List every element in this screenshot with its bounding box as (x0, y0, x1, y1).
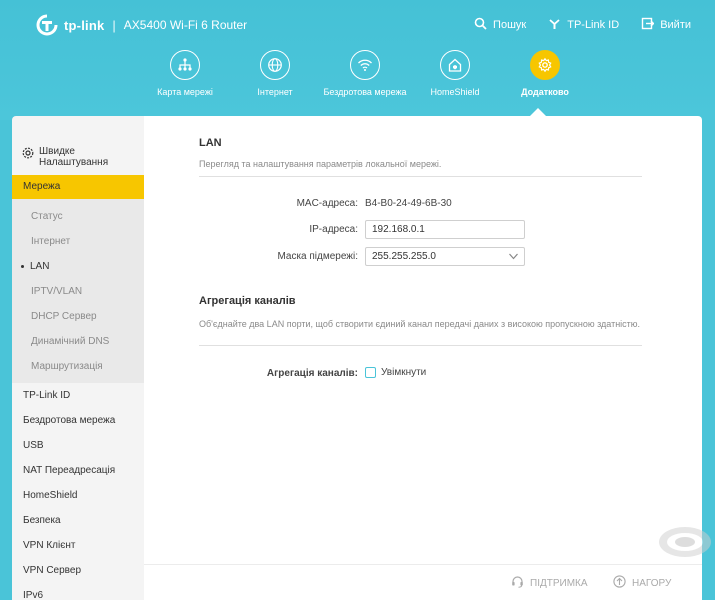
main-nav: Карта мережі Інтернет Бездротова мережа … (140, 50, 590, 98)
model-name: AX5400 Wi-Fi 6 Router (123, 18, 248, 32)
nav-label: Бездротова мережа (323, 87, 407, 97)
ip-label: IP-адреса: (309, 224, 358, 235)
nav-homeshield[interactable]: HomeShield (410, 50, 500, 98)
quick-setup-icon (22, 146, 34, 175)
search-button[interactable]: Пошук (474, 17, 526, 33)
sidebar-sub-lan[interactable]: LAN (12, 254, 144, 279)
tplink-logo-icon (36, 14, 58, 36)
logout-button[interactable]: Вийти (641, 17, 691, 33)
sidebar-sub-internet[interactable]: Інтернет (12, 229, 144, 254)
sidebar-item-vpn-server[interactable]: VPN Сервер (12, 558, 144, 583)
gear-icon (530, 50, 560, 80)
nav-pointer (530, 108, 546, 116)
tplink-id-button[interactable]: TP-Link ID (548, 17, 619, 33)
aggregation-title: Агрегація каналів (199, 295, 296, 307)
nav-label: HomeShield (430, 87, 480, 97)
globe-icon (260, 50, 290, 80)
top-actions: Пошук TP-Link ID Вийти (474, 17, 691, 33)
sidebar: Швидке Налаштування Мережа Статус Інтерн… (12, 116, 144, 600)
aggregation-enable-checkbox[interactable]: Увімкнути (365, 367, 426, 378)
header: tp-link | AX5400 Wi-Fi 6 Router Пошук TP… (0, 0, 715, 120)
sidebar-item-ipv6[interactable]: IPv6 (12, 583, 144, 600)
logout-icon (641, 17, 655, 33)
lan-description: Перегляд та налаштування параметрів лока… (199, 159, 442, 169)
sidebar-item-usb[interactable]: USB (12, 433, 144, 458)
chevron-down-icon (509, 253, 518, 260)
nav-wireless[interactable]: Бездротова мережа (320, 50, 410, 98)
sidebar-sub-dhcp[interactable]: DHCP Сервер (12, 304, 144, 329)
nav-label: Додатково (521, 87, 569, 97)
quick-setup-link[interactable]: Швидке Налаштування (12, 116, 144, 175)
nav-internet[interactable]: Інтернет (230, 50, 320, 98)
nav-label: Карта мережі (157, 87, 213, 97)
watermark-logo (655, 520, 713, 560)
quick-setup-label: Швидке Налаштування (39, 146, 109, 168)
support-label: ПІДТРИМКА (530, 577, 588, 589)
brand-separator: | (112, 17, 116, 33)
sidebar-sub-iptv[interactable]: IPTV/VLAN (12, 279, 144, 304)
aggregation-divider (199, 345, 642, 346)
tplink-id-label: TP-Link ID (567, 19, 620, 31)
search-icon (474, 17, 487, 33)
support-button[interactable]: ПІДТРИМКА (511, 575, 588, 591)
checkbox-box[interactable] (365, 367, 376, 378)
sidebar-item-nat[interactable]: NAT Переадресація (12, 458, 144, 483)
sidebar-item-wireless[interactable]: Бездротова мережа (12, 408, 144, 433)
back-to-top-button[interactable]: НАГОРУ (613, 575, 671, 591)
mac-value: B4-B0-24-49-6B-30 (365, 198, 452, 209)
subnet-mask-value: 255.255.255.0 (372, 251, 436, 262)
sidebar-sub-status[interactable]: Статус (12, 204, 144, 229)
current-dot (21, 264, 24, 268)
sidebar-sub-ddns[interactable]: Динамічний DNS (12, 329, 144, 354)
aggregation-description: Об'єднайте два LAN порти, щоб створити є… (199, 319, 641, 329)
main-panel: LAN Перегляд та налаштування параметрів … (144, 116, 702, 600)
headset-icon (511, 575, 524, 591)
sidebar-item-network[interactable]: Мережа (12, 175, 144, 199)
sidebar-item-tplink-id[interactable]: TP-Link ID (12, 383, 144, 408)
sidebar-sub-lan-label: LAN (30, 261, 50, 272)
ip-address-input[interactable]: 192.168.0.1 (365, 220, 525, 239)
brand-name: tp-link (64, 17, 105, 33)
home-shield-icon (440, 50, 470, 80)
sidebar-submenu: Статус Інтернет LAN IPTV/VLAN DHCP Серве… (12, 199, 144, 383)
brand[interactable]: tp-link | AX5400 Wi-Fi 6 Router (36, 14, 247, 36)
footer: ПІДТРИМКА НАГОРУ (144, 564, 702, 600)
arrow-up-circle-icon (613, 575, 626, 591)
tplink-id-icon (548, 17, 561, 33)
nav-advanced[interactable]: Додатково (500, 50, 590, 98)
nav-network-map[interactable]: Карта мережі (140, 50, 230, 98)
logout-label: Вийти (660, 19, 691, 31)
sidebar-item-vpn-client[interactable]: VPN Клієнт (12, 533, 144, 558)
sidebar-item-homeshield[interactable]: HomeShield (12, 483, 144, 508)
mac-label: MAC-адреса: (296, 198, 358, 209)
network-map-icon (170, 50, 200, 80)
sidebar-sub-routing[interactable]: Маршрутизація (12, 354, 144, 379)
nav-label: Інтернет (257, 87, 293, 97)
lan-title: LAN (199, 137, 222, 149)
search-label: Пошук (493, 19, 527, 31)
top-label: НАГОРУ (632, 577, 672, 589)
sidebar-item-security[interactable]: Безпека (12, 508, 144, 533)
wifi-icon (350, 50, 380, 80)
subnet-mask-select[interactable]: 255.255.255.0 (365, 247, 525, 266)
checkbox-label: Увімкнути (381, 367, 427, 378)
mask-label: Маска підмережі: (277, 251, 358, 262)
aggregation-label: Агрегація каналів: (266, 368, 358, 379)
lan-divider (199, 176, 642, 177)
